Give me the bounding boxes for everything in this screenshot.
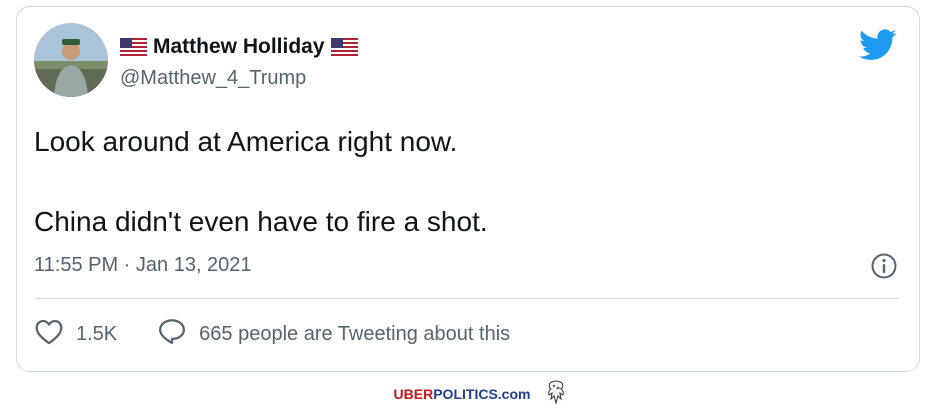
conversation-text: 665 people are Tweeting about this — [199, 322, 511, 345]
like-button[interactable]: 1.5K — [34, 318, 117, 351]
us-flag-icon — [330, 38, 358, 56]
tweet-text: Look around at America right now. China … — [34, 122, 884, 242]
author-name[interactable]: Matthew Holliday — [153, 35, 325, 59]
author-handle[interactable]: @Matthew_4_Trump — [120, 67, 306, 90]
us-flag-icon — [120, 38, 147, 56]
info-icon[interactable] — [870, 252, 898, 285]
tweet-actions: 1.5K 665 people are Tweeting about this — [34, 317, 510, 351]
reply-bubble-icon — [157, 317, 187, 351]
heart-icon — [34, 318, 64, 351]
tweet-timestamp[interactable]: 11:55 PM · Jan 13, 2021 — [34, 254, 252, 277]
eagle-icon — [544, 379, 568, 410]
twitter-bird-icon[interactable] — [859, 29, 897, 66]
avatar[interactable] — [34, 23, 108, 97]
divider — [34, 298, 898, 299]
brand-part-1: UBER — [393, 386, 434, 402]
like-count: 1.5K — [76, 322, 118, 345]
tweet-card[interactable]: Matthew Holliday @Matthew_4_Trump Look a… — [16, 6, 920, 372]
conversation-link[interactable]: 665 people are Tweeting about this — [157, 317, 510, 351]
brand-part-2: POLITICS.com — [433, 386, 531, 402]
site-brand[interactable]: UBER POLITICS.com — [394, 386, 531, 402]
author-name-row: Matthew Holliday — [120, 35, 358, 59]
site-footer: UBER POLITICS.com — [0, 380, 940, 408]
tweet-text-line: Look around at America right now. — [34, 126, 458, 157]
tweet-text-line: China didn't even have to fire a shot. — [34, 206, 488, 237]
